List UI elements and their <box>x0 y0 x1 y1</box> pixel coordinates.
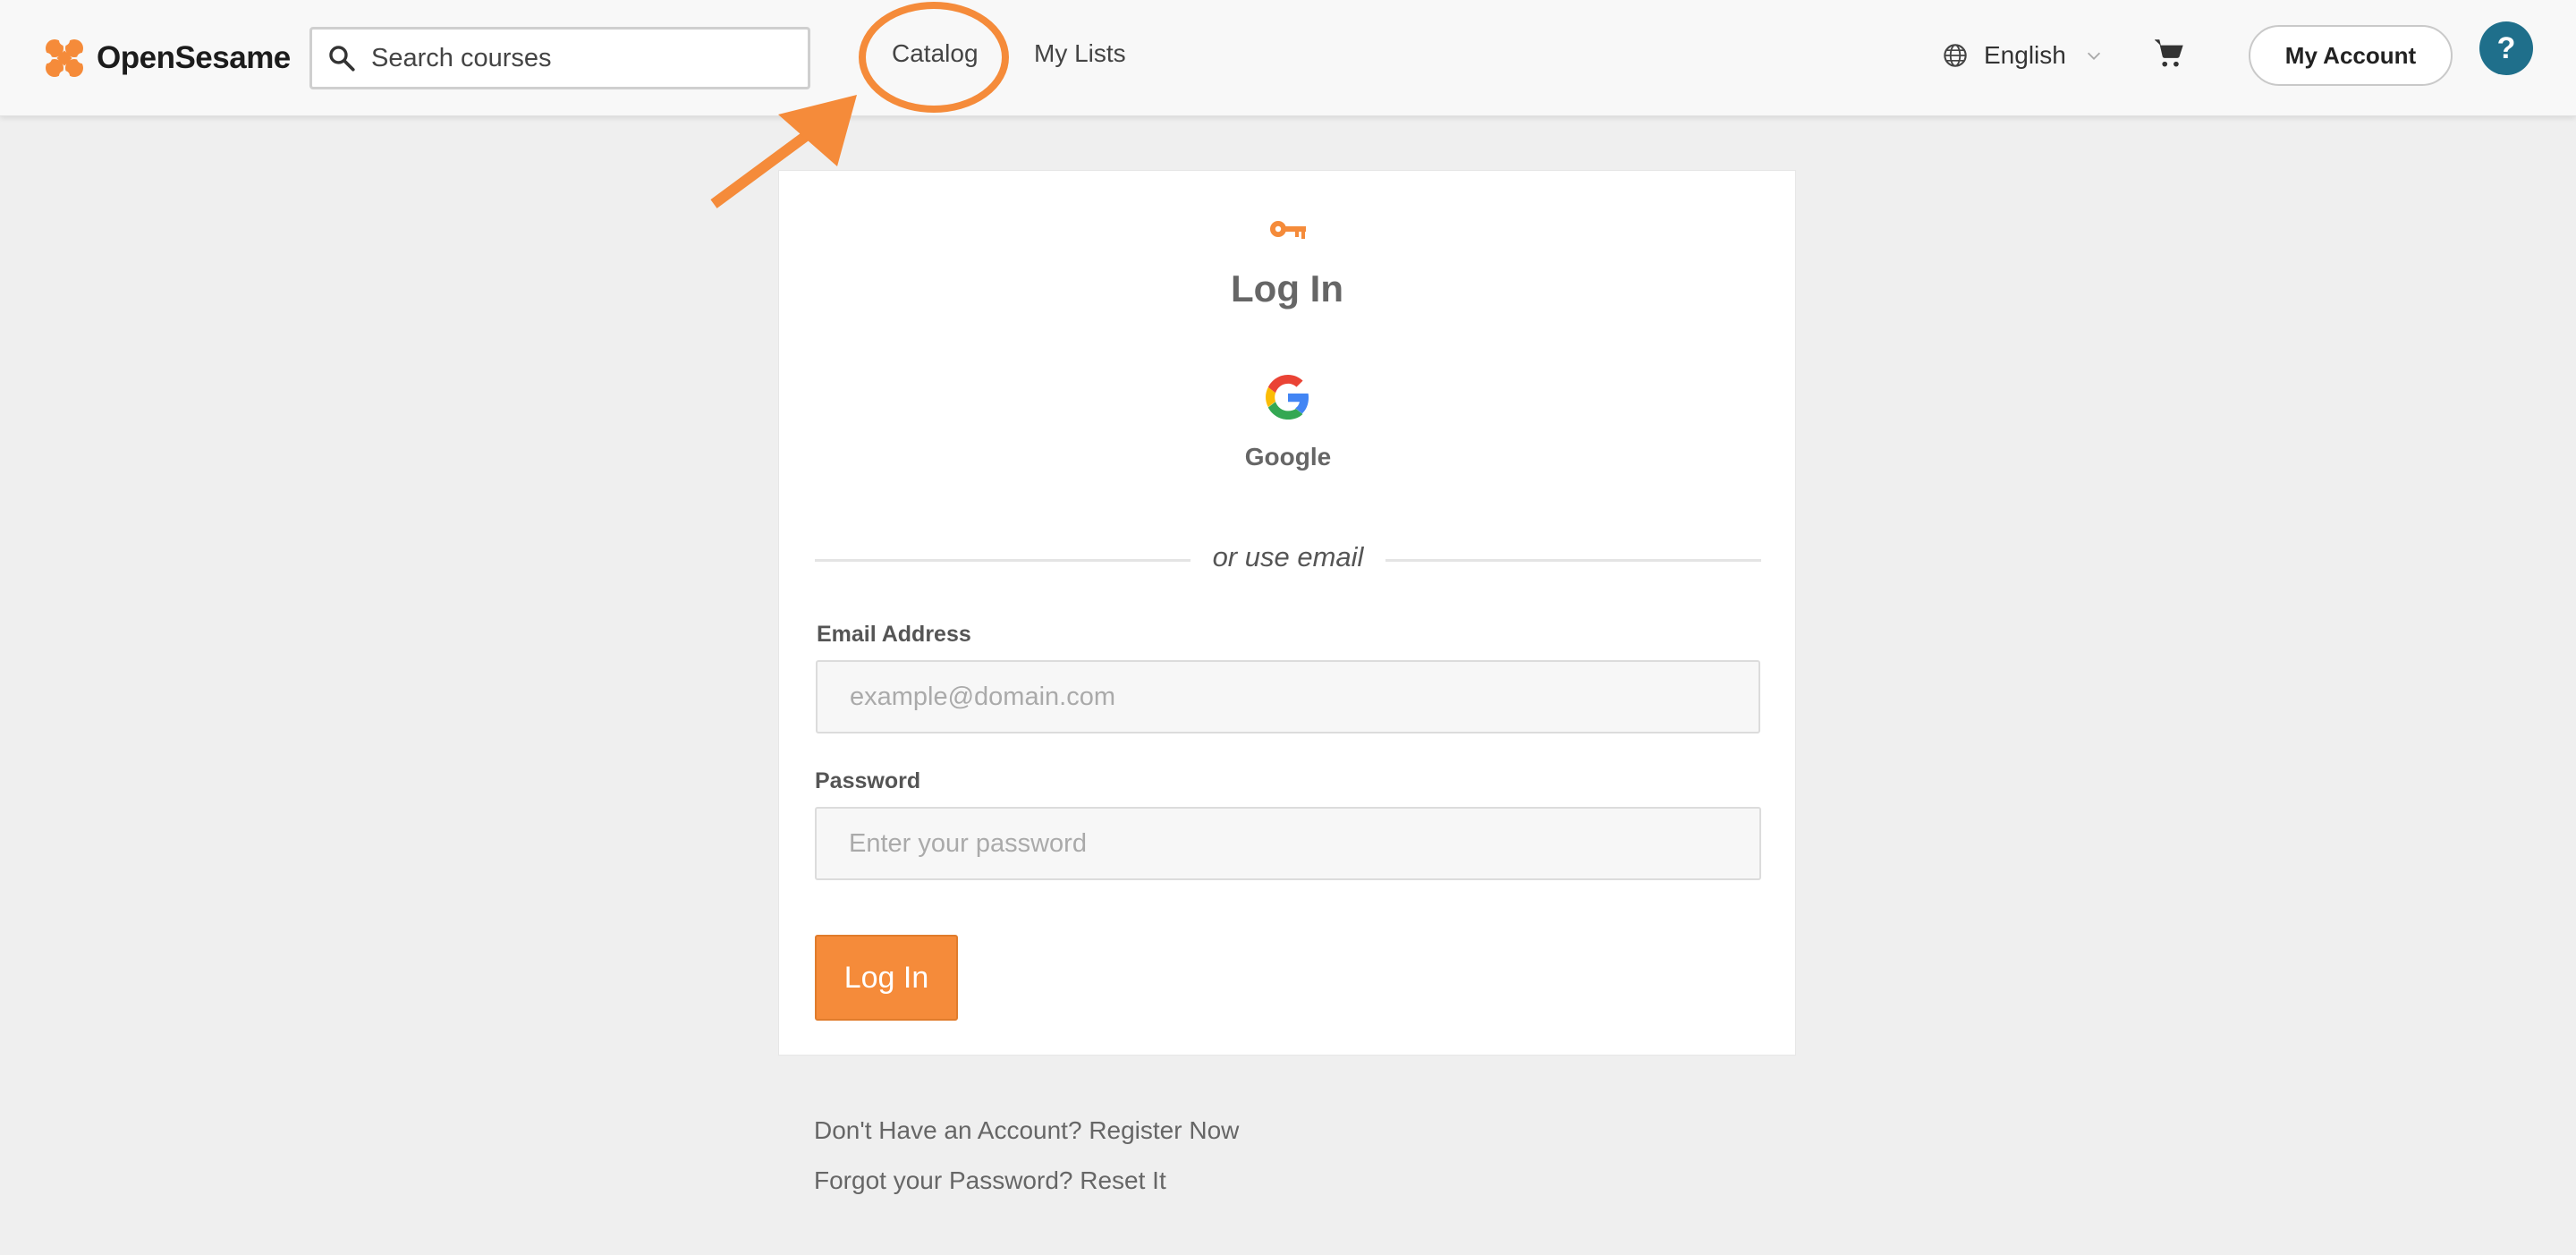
google-login-button[interactable]: Google <box>1199 375 1377 482</box>
email-field[interactable] <box>816 660 1760 733</box>
key-icon <box>1270 221 1306 239</box>
my-account-button[interactable]: My Account <box>2249 25 2453 86</box>
password-label: Password <box>815 768 921 793</box>
help-button[interactable]: ? <box>2479 21 2533 75</box>
login-button[interactable]: Log In <box>815 935 958 1021</box>
globe-icon <box>1944 44 1967 67</box>
logo-icon <box>43 37 86 80</box>
divider-text: or use email <box>1212 541 1364 572</box>
search-box <box>309 27 810 89</box>
search-icon <box>329 46 355 72</box>
nav-catalog[interactable]: Catalog <box>892 39 979 68</box>
top-header: OpenSesame Catalog My Lists English My A… <box>0 0 2576 116</box>
chevron-down-icon <box>2087 52 2100 60</box>
email-label: Email Address <box>817 622 971 647</box>
brand-logo[interactable]: OpenSesame <box>43 36 291 81</box>
google-label: Google <box>1244 443 1332 471</box>
language-selector[interactable]: English <box>1943 41 2104 70</box>
nav-my-lists[interactable]: My Lists <box>1034 39 1126 68</box>
or-divider: or use email <box>815 541 1761 577</box>
brand-name: OpenSesame <box>97 40 291 75</box>
google-icon <box>1266 375 1309 420</box>
password-field[interactable] <box>815 807 1761 880</box>
divider-line-right <box>1385 559 1761 562</box>
login-card: Log In Google or use email Email Address… <box>778 170 1796 1056</box>
cart-icon[interactable] <box>2152 36 2186 70</box>
register-link[interactable]: Don't Have an Account? Register Now <box>814 1116 1239 1145</box>
login-title: Log In <box>1231 267 1343 310</box>
reset-password-link[interactable]: Forgot your Password? Reset It <box>814 1166 1166 1195</box>
search-input[interactable] <box>371 43 783 73</box>
language-label: English <box>1984 41 2066 69</box>
